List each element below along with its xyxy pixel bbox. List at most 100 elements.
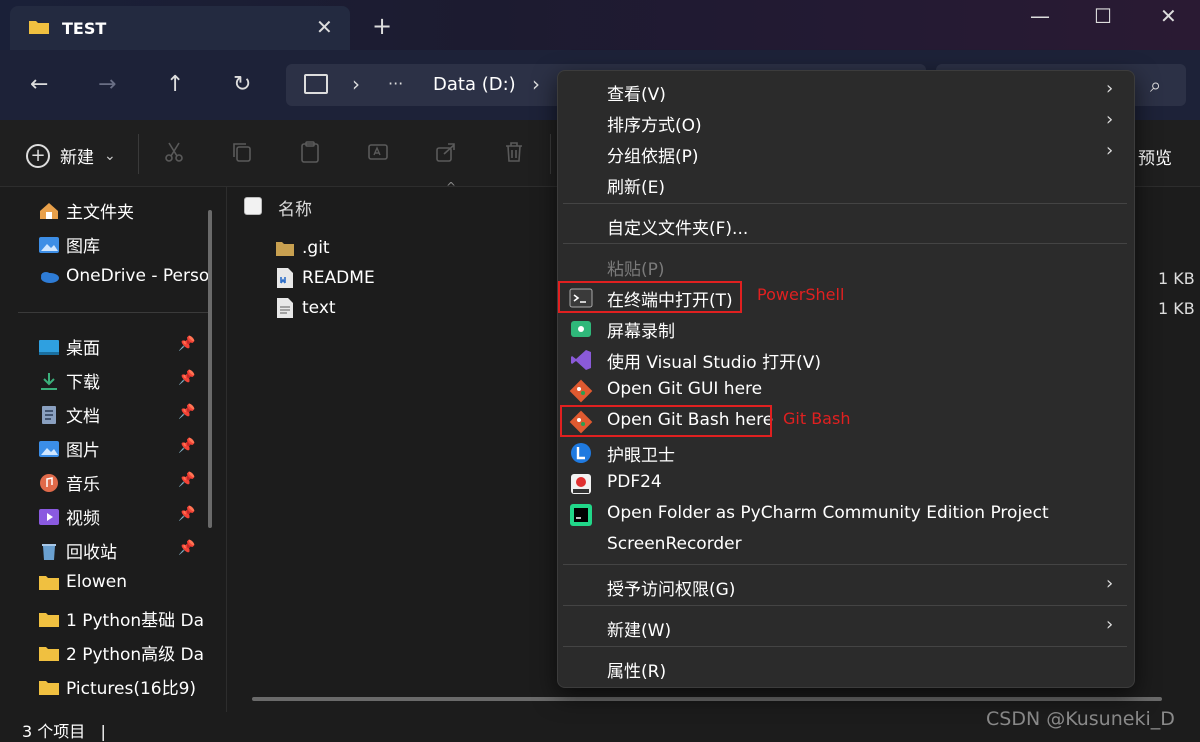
menu-item-eye-guard[interactable]: 护眼卫士 [607, 441, 675, 466]
sidebar-item-folder[interactable]: Pictures(16比9) [38, 674, 196, 699]
share-icon[interactable] [434, 140, 458, 164]
menu-item-paste[interactable]: 粘贴(P) [607, 255, 665, 280]
plus-icon: + [26, 143, 50, 168]
sidebar-item-label: OneDrive - Perso [66, 266, 210, 286]
menu-item-screen-record[interactable]: 屏幕录制 [607, 317, 675, 342]
file-name: text [302, 298, 336, 318]
sidebar-item-label: 音乐 [66, 475, 100, 495]
menu-divider [563, 605, 1127, 606]
sidebar-scrollbar[interactable] [208, 210, 212, 528]
chevron-right-icon: › [1106, 573, 1114, 594]
up-button[interactable]: ↑ [166, 74, 184, 96]
horizontal-scrollbar[interactable] [252, 697, 1162, 701]
toolbar-divider [550, 134, 551, 174]
menu-divider [563, 564, 1127, 565]
sidebar-item-label: 回收站 [66, 543, 117, 563]
paste-icon[interactable] [298, 140, 322, 164]
scissors-icon[interactable] [162, 140, 186, 164]
sidebar-item-folder[interactable]: 2 Python高级 Da [38, 640, 204, 665]
folder-icon [39, 646, 59, 661]
chevron-right-icon: › [1106, 78, 1114, 99]
menu-item-pdf24[interactable]: PDF24 [607, 472, 662, 492]
document-icon [42, 405, 56, 424]
maximize-button[interactable]: ☐ [1094, 4, 1112, 28]
menu-item-customize-folder[interactable]: 自定义文件夹(F)... [607, 214, 748, 239]
highlight-box [558, 281, 742, 313]
back-button[interactable]: ← [30, 74, 48, 96]
menu-item-screen-recorder[interactable]: ScreenRecorder [607, 534, 742, 554]
refresh-button[interactable]: ↻ [233, 74, 251, 96]
select-all-checkbox[interactable] [244, 197, 262, 215]
folder-icon [39, 612, 59, 627]
sidebar-item-onedrive[interactable]: OneDrive - Perso [38, 266, 209, 286]
menu-item-git-gui[interactable]: Open Git GUI here [607, 379, 762, 399]
delete-icon[interactable] [502, 140, 526, 164]
menu-divider [563, 243, 1127, 244]
sidebar-item-videos[interactable]: 视频 [38, 504, 100, 529]
breadcrumb-separator-icon: › [352, 72, 360, 96]
sidebar-item-downloads[interactable]: 下载 [38, 368, 100, 393]
sidebar-item-label: 图片 [66, 441, 100, 461]
sidebar-item-folder[interactable]: Elowen [38, 572, 127, 592]
file-name: .git [302, 238, 330, 258]
rename-icon[interactable] [366, 140, 390, 164]
sidebar-item-documents[interactable]: 文档 [38, 402, 100, 427]
sidebar-item-label: Pictures(16比9) [66, 679, 197, 699]
sidebar-item-gallery[interactable]: 图库 [38, 232, 100, 257]
file-row[interactable]: text [276, 298, 336, 318]
git-gui-icon [569, 379, 593, 403]
home-icon [40, 202, 58, 219]
column-header-name[interactable]: 名称 [278, 195, 312, 220]
window-tab[interactable]: TEST ✕ [10, 6, 350, 50]
sidebar-item-recycle-bin[interactable]: 回收站 [38, 538, 117, 563]
new-button-label: 新建 [60, 148, 94, 168]
new-button[interactable]: + 新建 ⌄ [26, 143, 116, 168]
close-window-button[interactable]: ✕ [1160, 4, 1177, 28]
sidebar-item-folder[interactable]: 1 Python基础 Da [38, 606, 204, 631]
preview-button[interactable]: 预览 [1138, 144, 1172, 169]
download-icon [41, 372, 57, 390]
folder-icon [39, 680, 59, 695]
chevron-right-icon: › [1106, 614, 1114, 635]
menu-item-sort[interactable]: 排序方式(O) [607, 111, 702, 136]
pin-icon: 📌 [178, 404, 196, 420]
chevron-right-icon: › [1106, 140, 1114, 161]
file-row[interactable]: .git [276, 238, 330, 258]
copy-icon[interactable] [230, 140, 254, 164]
pin-icon: 📌 [178, 438, 196, 454]
pdf24-icon [571, 474, 591, 494]
sidebar-item-label: 2 Python高级 Da [66, 645, 205, 665]
highlight-box [560, 405, 772, 437]
file-row[interactable]: README [276, 268, 375, 288]
computer-icon [304, 74, 328, 94]
sidebar-item-label: 文档 [66, 407, 100, 427]
menu-item-new[interactable]: 新建(W) [607, 616, 671, 641]
menu-item-properties[interactable]: 属性(R) [607, 657, 666, 682]
menu-item-refresh[interactable]: 刷新(E) [607, 173, 665, 198]
pycharm-icon [570, 504, 592, 526]
search-icon: ⌕ [1150, 73, 1162, 97]
menu-item-grant-access[interactable]: 授予访问权限(G) [607, 575, 735, 600]
menu-item-pycharm[interactable]: Open Folder as PyCharm Community Edition… [607, 503, 1049, 523]
text-file-icon [277, 298, 293, 318]
sidebar-item-label: 1 Python基础 Da [66, 611, 205, 631]
folder-icon [276, 242, 294, 256]
sidebar-item-label: 桌面 [66, 339, 100, 359]
recycle-bin-icon [42, 543, 56, 560]
eye-guard-icon [571, 443, 591, 463]
menu-item-view[interactable]: 查看(V) [607, 80, 666, 105]
more-breadcrumbs-button[interactable]: ··· [388, 74, 403, 93]
sidebar-item-desktop[interactable]: 桌面 [38, 334, 100, 359]
sidebar-item-label: 图库 [66, 237, 100, 257]
tab-close-icon[interactable]: ✕ [316, 15, 333, 39]
menu-item-open-visual-studio[interactable]: 使用 Visual Studio 打开(V) [607, 348, 821, 373]
markdown-file-icon [277, 268, 293, 288]
sidebar-item-music[interactable]: 音乐 [38, 470, 100, 495]
minimize-button[interactable]: — [1030, 4, 1050, 28]
forward-button[interactable]: → [98, 74, 116, 96]
sidebar-item-pictures[interactable]: 图片 [38, 436, 100, 461]
sidebar-item-home[interactable]: 主文件夹 [38, 198, 134, 223]
breadcrumb-location[interactable]: Data (D:) [433, 74, 516, 95]
new-tab-button[interactable]: + [372, 14, 392, 38]
menu-item-group-by[interactable]: 分组依据(P) [607, 142, 699, 167]
